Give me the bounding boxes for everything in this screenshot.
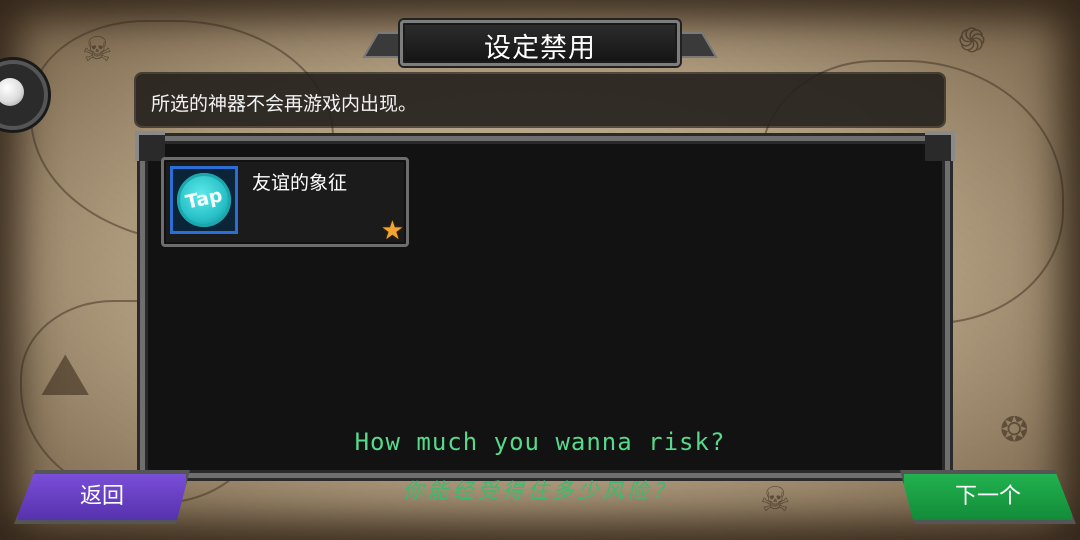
back-button-label: 返回 xyxy=(79,484,124,509)
description-text: 所选的神器不会再游戏内出现。 xyxy=(151,93,418,115)
next-button-label: 下一个 xyxy=(954,484,1021,509)
panel-corner-top-right xyxy=(925,131,955,161)
next-button[interactable]: 下一个 xyxy=(900,470,1076,524)
page-title: 设定禁用 xyxy=(484,33,596,64)
title-plate: 设定禁用 xyxy=(362,18,718,68)
description-bar: 所选的神器不会再游戏内出现。 xyxy=(136,74,944,126)
tap-coin-icon: Tap xyxy=(177,173,231,227)
mountain-doodle-icon: ⛰ xyxy=(40,340,91,410)
artifact-list-panel: Tap 友谊的象征 ★ xyxy=(135,131,955,478)
artifact-icon-frame: Tap xyxy=(170,166,238,234)
panel-corner-top-left xyxy=(135,131,165,161)
artifact-name: 友谊的象征 xyxy=(252,172,348,194)
artifact-card[interactable]: Tap 友谊的象征 ★ xyxy=(161,157,409,247)
skull-doodle-icon: ☠ xyxy=(82,30,113,70)
star-icon: ★ xyxy=(380,216,404,246)
swirl-doodle-icon: ֍ xyxy=(958,21,986,61)
coin-label: Tap xyxy=(183,184,225,214)
risk-prompt-english: How much you wanna risk? xyxy=(354,428,726,456)
back-button[interactable]: 返回 xyxy=(14,470,190,524)
